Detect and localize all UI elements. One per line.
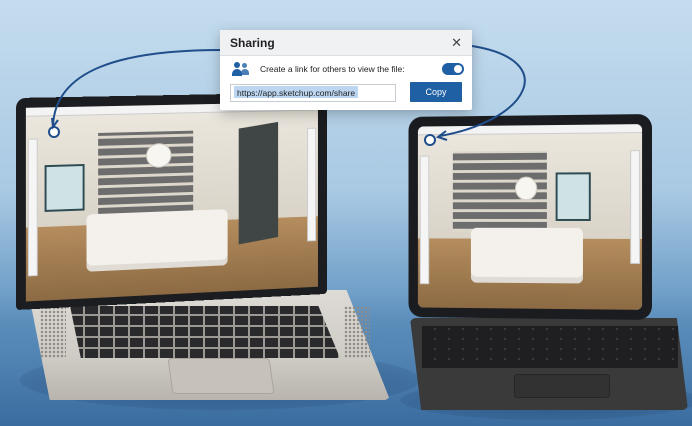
url-field-wrapper [230, 83, 396, 102]
copy-button[interactable]: Copy [410, 82, 462, 102]
share-url-input[interactable] [230, 83, 396, 102]
app-right-toolbar[interactable] [307, 127, 317, 242]
toggle-knob [454, 65, 462, 73]
share-marker-icon[interactable] [48, 126, 60, 138]
tablet-screen [417, 124, 643, 310]
tablet-keyboard-keys [422, 326, 678, 368]
laptop-speaker-left [40, 306, 66, 358]
url-row: Copy [220, 78, 472, 102]
laptop-lid [16, 92, 327, 310]
laptop-speaker-right [344, 306, 370, 358]
dialog-title: Sharing [230, 35, 275, 50]
room-window [44, 164, 85, 212]
bookshelf [98, 130, 193, 218]
app-left-toolbar[interactable] [419, 155, 430, 285]
laptop-3d-viewport[interactable] [25, 101, 318, 302]
share-marker-icon[interactable] [424, 134, 436, 146]
laptop-trackpad [167, 358, 275, 394]
bed [86, 208, 228, 272]
tablet-trackpad [514, 374, 610, 398]
room-door [238, 122, 279, 245]
bed [470, 227, 583, 284]
laptop-keyboard [70, 306, 340, 358]
laptop-screen [25, 101, 318, 302]
tablet-3d-viewport[interactable] [417, 124, 643, 310]
sharing-dialog: Sharing ✕ Create a link for others to vi… [220, 30, 472, 110]
close-icon[interactable]: ✕ [451, 35, 462, 51]
room-window [555, 172, 592, 221]
people-icon [232, 62, 250, 76]
scene: Sharing ✕ Create a link for others to vi… [0, 0, 692, 426]
dialog-header: Sharing ✕ [220, 30, 472, 56]
app-right-toolbar[interactable] [630, 150, 641, 264]
share-description: Create a link for others to view the fil… [260, 64, 405, 74]
share-link-row: Create a link for others to view the fil… [220, 56, 472, 78]
share-link-toggle[interactable] [442, 63, 464, 75]
app-left-toolbar[interactable] [27, 138, 38, 277]
tablet-device [408, 114, 652, 320]
